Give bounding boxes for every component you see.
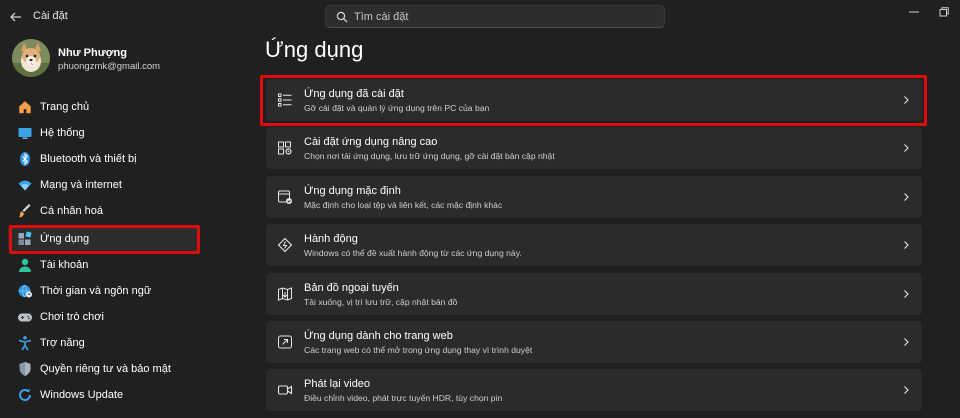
avatar[interactable] [12,39,50,77]
advanced-apps-icon [277,140,293,156]
user-name: Như Phượng [58,47,127,59]
sidebar-item-label: Bluetooth và thiết bị [40,153,137,165]
search-icon [336,11,348,23]
sidebar-item-gaming[interactable]: Chơi trò chơi [8,304,200,330]
back-arrow-icon[interactable] [8,9,24,25]
system-icon [17,125,33,141]
apps-icon [17,231,33,247]
search-input[interactable] [354,8,654,26]
app-title: Cài đặt [33,10,68,22]
row-title: Ứng dụng đã cài đặt [304,88,404,100]
chevron-right-icon [902,192,910,202]
chevron-right-icon [902,240,910,250]
row-title: Hành động [304,233,358,245]
sidebar-item-privacy[interactable]: Quyền riêng tư và bảo mật [8,356,200,382]
row-title: Phát lại video [304,378,371,390]
chevron-right-icon [902,143,910,153]
sidebar-item-accounts[interactable]: Tài khoản [8,252,200,278]
installed-apps-icon [277,92,293,108]
sidebar-item-label: Tài khoản [40,259,89,271]
sidebar-item-windows-update[interactable]: Windows Update [8,382,200,408]
chevron-right-icon [902,385,910,395]
apps-for-websites-row[interactable]: Ứng dụng dành cho trang web Các trang we… [266,321,922,363]
shield-icon [17,361,33,377]
accessibility-icon [17,335,33,351]
sidebar-item-bluetooth[interactable]: Bluetooth và thiết bị [8,146,200,172]
sidebar-item-network[interactable]: Mạng và internet [8,172,200,198]
advanced-app-settings-row[interactable]: Cài đặt ứng dụng nâng cao Chọn nơi tải ứ… [266,127,922,169]
chevron-right-icon [902,337,910,347]
row-description: Điều chỉnh video, phát trực tuyến HDR, t… [304,393,503,403]
sidebar-item-system[interactable]: Hệ thống [8,120,200,146]
actions-row[interactable]: Hành động Windows có thể đề xuất hành độ… [266,224,922,266]
account-icon [17,257,33,273]
user-email: phuongzmk@gmail.com [58,61,161,72]
sidebar-item-home[interactable]: Trang chủ [8,94,200,120]
default-apps-row[interactable]: Ứng dụng mặc định Mặc định cho loại tệp … [266,176,922,218]
sidebar-item-label: Quyền riêng tư và bảo mật [40,363,171,375]
gamepad-icon [17,309,33,325]
row-description: Mặc định cho loại tệp và liên kết, các m… [304,200,503,210]
sidebar-item-label: Cá nhân hoá [40,205,103,217]
sidebar-item-label: Trợ năng [40,337,85,349]
apps-for-websites-icon [277,334,293,350]
offline-maps-row[interactable]: Bản đồ ngoại tuyến Tải xuống, vị trí lưu… [266,273,922,315]
row-title: Ứng dụng mặc định [304,185,401,197]
sidebar-item-apps[interactable]: Ứng dụng [8,226,200,252]
chevron-right-icon [902,289,910,299]
default-apps-icon [277,189,293,205]
chevron-right-icon [902,95,910,105]
brush-icon [17,203,33,219]
video-playback-row[interactable]: Phát lại video Điều chỉnh video, phát tr… [266,369,922,411]
restore-icon[interactable] [937,6,951,18]
row-description: Các trang web có thể mở trong ứng dụng t… [304,345,533,355]
row-title: Ứng dụng dành cho trang web [304,330,453,342]
sidebar-item-time-language[interactable]: Thời gian và ngôn ngữ [8,278,200,304]
video-playback-icon [277,382,293,398]
minimize-icon[interactable] [907,6,921,18]
installed-apps-row[interactable]: Ứng dụng đã cài đặt Gỡ cài đặt và quản l… [266,79,922,121]
row-description: Tải xuống, vị trí lưu trữ, cập nhật bản … [304,297,458,307]
sidebar-item-label: Windows Update [40,389,124,401]
sidebar-item-label: Hệ thống [40,127,85,139]
globe-clock-icon [17,283,33,299]
sidebar-item-label: Trang chủ [40,101,90,113]
sidebar-item-accessibility[interactable]: Trợ năng [8,330,200,356]
actions-icon [277,237,293,253]
sidebar-item-label: Chơi trò chơi [40,311,104,323]
sidebar-item-label: Mạng và internet [40,179,122,191]
sidebar-item-label: Ứng dụng [40,233,90,245]
page-title: Ứng dụng [265,37,364,62]
home-icon [17,99,33,115]
wifi-icon [17,177,33,193]
row-description: Chọn nơi tải ứng dụng, lưu trữ ứng dụng,… [304,151,555,161]
title-bar: Cài đặt [0,0,960,34]
search-box[interactable] [325,5,665,28]
offline-maps-icon [277,286,293,302]
row-description: Gỡ cài đặt và quản lý ứng dụng trên PC c… [304,103,490,113]
update-icon [17,387,33,403]
bluetooth-icon [17,151,33,167]
sidebar-item-personalization[interactable]: Cá nhân hoá [8,198,200,224]
row-description: Windows có thể đề xuất hành động từ các … [304,248,522,258]
row-title: Cài đặt ứng dụng nâng cao [304,136,438,148]
row-title: Bản đồ ngoại tuyến [304,282,399,294]
sidebar-item-label: Thời gian và ngôn ngữ [40,285,152,297]
